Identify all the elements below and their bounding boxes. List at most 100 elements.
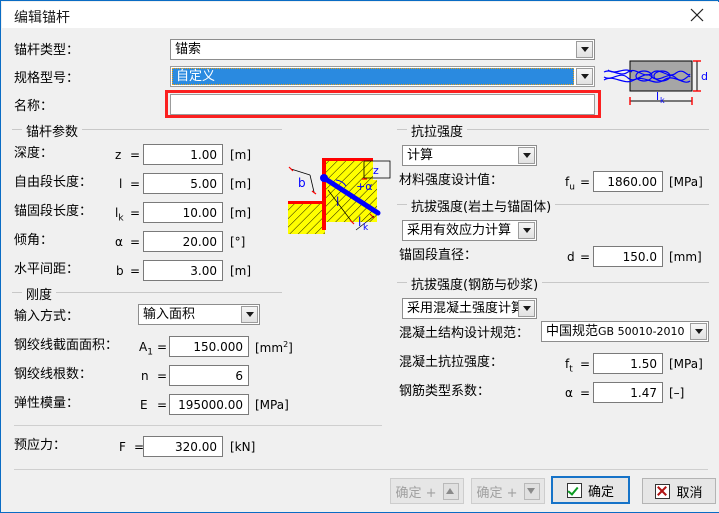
pullout-rebar-method-value: 采用混凝土强度计算 bbox=[407, 301, 525, 316]
inclination-equals: = bbox=[130, 235, 141, 249]
ok-button[interactable]: 确定 bbox=[551, 476, 630, 504]
input-mode-label: 输入方式： bbox=[14, 309, 80, 324]
svg-text:+α: +α bbox=[356, 180, 372, 193]
svg-text:l: l bbox=[358, 215, 361, 229]
group-pullout-rebar-caption: 抗拔强度(钢筋与砂浆) bbox=[407, 274, 543, 293]
concrete-code-label: 混凝土结构设计规范： bbox=[399, 326, 530, 341]
svg-text:z: z bbox=[373, 164, 379, 177]
free-length-unit: [m] bbox=[230, 177, 252, 191]
strand-area-unit: [mm2] bbox=[255, 340, 293, 355]
bond-length-equals: = bbox=[130, 206, 141, 220]
concrete-tensile-symbol: ft bbox=[565, 357, 573, 375]
rebar-coefficient-input[interactable] bbox=[593, 382, 663, 403]
svg-text:l: l bbox=[336, 195, 339, 209]
elastic-modulus-equals: = bbox=[157, 398, 168, 412]
chevron-down-icon[interactable] bbox=[518, 222, 535, 239]
cross-icon bbox=[655, 483, 671, 499]
bond-length-input[interactable] bbox=[143, 202, 223, 223]
separator-line-bottom bbox=[14, 469, 708, 470]
ok-prev-button[interactable]: 确定 + bbox=[390, 478, 464, 504]
inclination-input[interactable] bbox=[143, 231, 223, 252]
free-length-symbol: l bbox=[119, 177, 123, 191]
svg-text:b: b bbox=[298, 176, 306, 190]
pullout-soil-method-value: 采用有效应力计算 bbox=[407, 223, 512, 238]
bond-diameter-equals: = bbox=[580, 250, 591, 264]
spacing-label: 水平间距： bbox=[14, 262, 80, 277]
title-bar: 编辑锚杆 bbox=[2, 2, 719, 29]
anchor-type-value: 锚索 bbox=[175, 42, 202, 57]
elastic-modulus-input[interactable] bbox=[169, 394, 249, 415]
spacing-unit: [m] bbox=[230, 264, 252, 278]
bond-diameter-input[interactable] bbox=[593, 246, 663, 267]
spec-model-label: 规格型号： bbox=[14, 71, 80, 86]
prestress-label: 预应力： bbox=[14, 438, 67, 453]
concrete-tensile-equals: = bbox=[580, 357, 591, 371]
elastic-modulus-symbol: E bbox=[140, 398, 148, 412]
inclination-label: 倾角： bbox=[14, 233, 54, 248]
pullout-rebar-method-combo[interactable]: 采用混凝土强度计算 bbox=[402, 298, 537, 319]
spec-model-selection-highlight bbox=[172, 68, 574, 85]
free-length-label: 自由段长度： bbox=[14, 175, 93, 190]
svg-text:k: k bbox=[363, 223, 369, 233]
svg-text:d: d bbox=[701, 70, 708, 83]
spec-model-combo[interactable]: 自定义 bbox=[170, 66, 595, 87]
strand-count-input[interactable] bbox=[169, 365, 249, 386]
group-anchor-params-caption: 锚杆参数 bbox=[22, 121, 83, 140]
chevron-down-icon[interactable] bbox=[576, 41, 593, 58]
ok-next-label: 确定 + bbox=[476, 485, 518, 501]
chevron-down-icon[interactable] bbox=[241, 306, 258, 323]
cancel-button[interactable]: 取消 bbox=[642, 478, 716, 504]
free-length-input[interactable] bbox=[143, 173, 223, 194]
material-strength-equals: = bbox=[580, 175, 591, 189]
rebar-coefficient-equals: = bbox=[580, 386, 591, 400]
depth-symbol: z bbox=[115, 148, 122, 162]
prestress-unit: [kN] bbox=[230, 440, 256, 454]
window-title: 编辑锚杆 bbox=[14, 10, 70, 26]
elastic-modulus-label: 弹性模量： bbox=[14, 396, 80, 411]
separator-line-upper bbox=[14, 425, 382, 426]
elastic-modulus-unit: [MPa] bbox=[255, 398, 289, 412]
prestress-input[interactable] bbox=[143, 436, 223, 457]
bond-length-symbol: lk bbox=[115, 206, 124, 224]
material-strength-input[interactable] bbox=[593, 171, 663, 192]
concrete-tensile-unit: [MPa] bbox=[669, 357, 703, 371]
depth-label: 深度： bbox=[14, 146, 54, 161]
pullout-soil-method-combo[interactable]: 采用有效应力计算 bbox=[402, 220, 537, 241]
concrete-code-combo[interactable]: 中国规范GB 50010-2010 bbox=[541, 321, 709, 342]
spacing-input[interactable] bbox=[143, 260, 223, 281]
material-strength-label: 材料强度设计值： bbox=[399, 173, 504, 188]
material-strength-unit: [MPa] bbox=[669, 175, 703, 189]
strand-area-equals: = bbox=[157, 340, 168, 354]
chevron-down-icon[interactable] bbox=[518, 147, 535, 164]
input-mode-combo[interactable]: 输入面积 bbox=[138, 304, 260, 325]
strand-area-input[interactable] bbox=[169, 336, 249, 357]
chevron-down-icon[interactable] bbox=[518, 300, 535, 317]
svg-text:l: l bbox=[656, 90, 659, 103]
ok-next-button[interactable]: 确定 + bbox=[471, 478, 545, 504]
close-icon[interactable] bbox=[675, 2, 719, 28]
group-pullout-soil-caption: 抗拔强度(岩土与锚固体) bbox=[407, 196, 556, 215]
prestress-symbol: F bbox=[119, 440, 126, 454]
checkmark-icon bbox=[566, 482, 582, 498]
cancel-label: 取消 bbox=[676, 485, 703, 501]
chevron-down-icon[interactable] bbox=[690, 323, 707, 340]
concrete-code-value: 中国规范GB 50010-2010 bbox=[546, 324, 685, 339]
tensile-method-combo[interactable]: 计算 bbox=[402, 145, 537, 166]
inclination-unit: [°] bbox=[230, 235, 246, 249]
input-mode-value: 输入面积 bbox=[143, 307, 196, 322]
dialog-window: 编辑锚杆 锚杆类型： 锚索 规格型号： 自定义 名称： d l k 锚杆参数 深… bbox=[0, 0, 719, 513]
depth-equals: = bbox=[130, 148, 141, 162]
spacing-symbol: b bbox=[116, 264, 124, 278]
ok-prev-label: 确定 + bbox=[395, 485, 437, 501]
depth-input[interactable] bbox=[143, 144, 223, 165]
name-input[interactable] bbox=[170, 94, 595, 115]
anchor-type-combo[interactable]: 锚索 bbox=[170, 39, 595, 60]
anchor-section-diagram: z b +α l l k bbox=[288, 142, 396, 247]
depth-unit: [m] bbox=[230, 148, 252, 162]
chevron-down-icon[interactable] bbox=[576, 68, 593, 85]
concrete-tensile-input[interactable] bbox=[593, 353, 663, 374]
rebar-coefficient-symbol: α bbox=[565, 386, 573, 400]
inclination-symbol: α bbox=[115, 235, 123, 249]
rebar-coefficient-unit: [–] bbox=[669, 386, 685, 400]
bond-length-label: 锚固段长度： bbox=[14, 204, 93, 219]
